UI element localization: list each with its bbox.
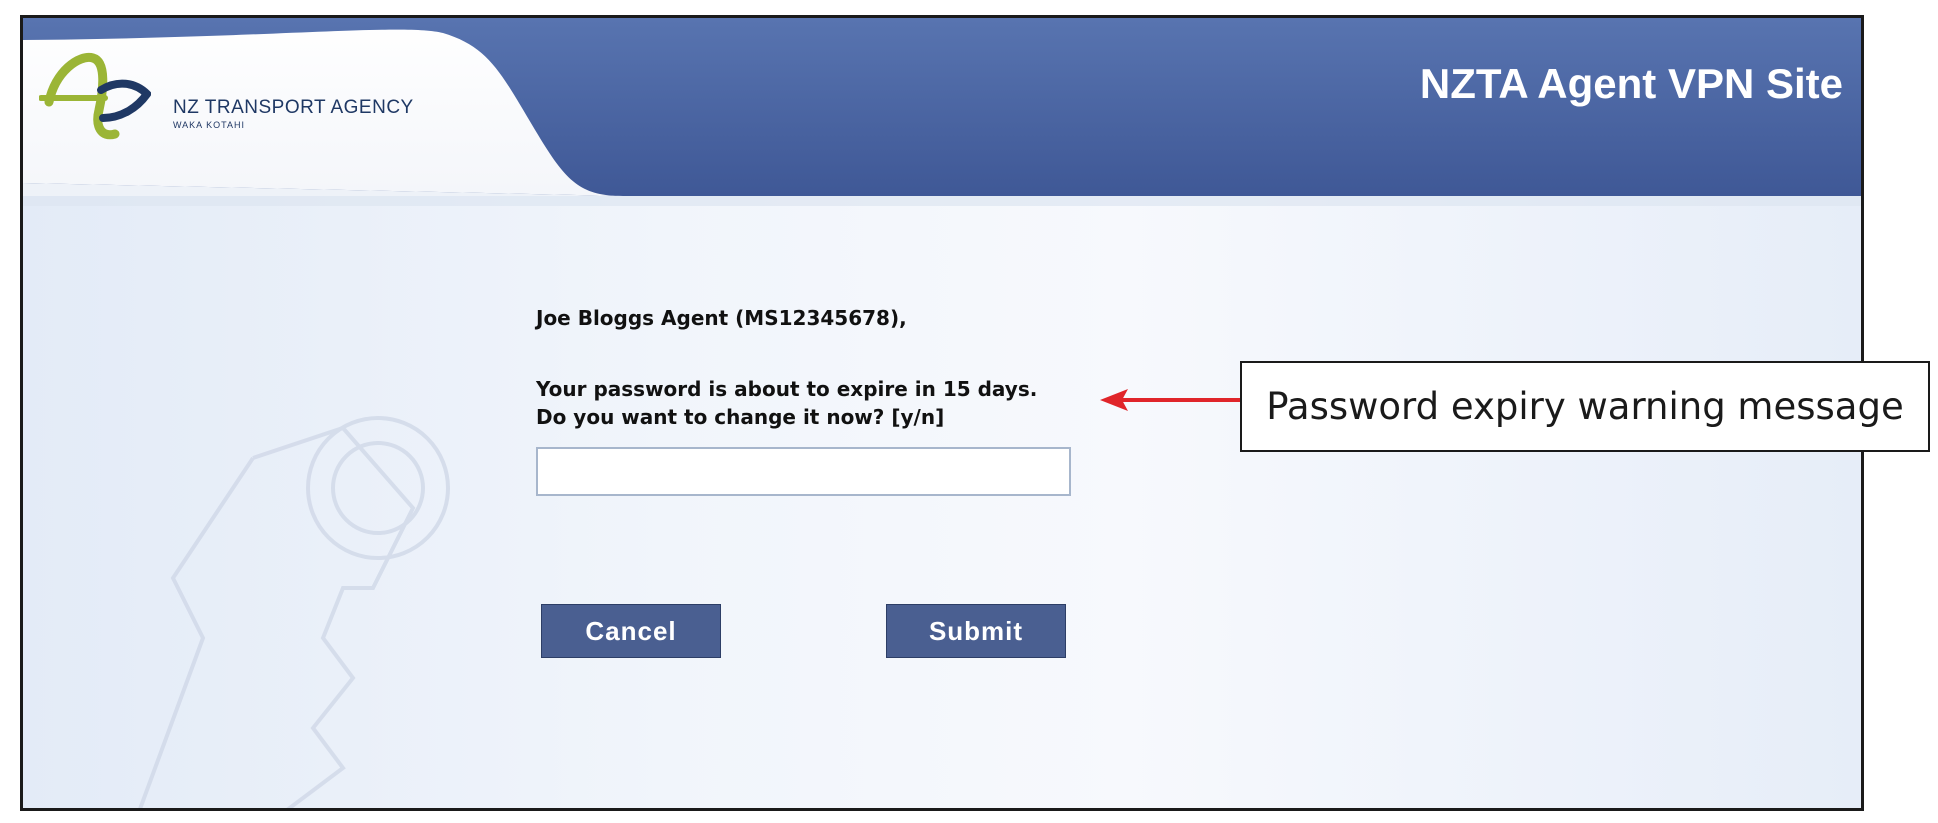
submit-button[interactable]: Submit [886,604,1066,658]
greeting-text: Joe Bloggs Agent (MS12345678), [536,306,907,330]
expiry-warning-line: Your password is about to expire in 15 d… [536,377,1038,401]
key-watermark-icon [138,416,450,808]
annotation-callout: Password expiry warning message [1240,361,1930,452]
cancel-button[interactable]: Cancel [541,604,721,658]
logo: NZ TRANSPORT AGENCY WAKA KOTAHI [39,52,479,142]
logo-title: NZ TRANSPORT AGENCY [173,97,414,118]
change-prompt-line: Do you want to change it now? [y/n] [536,405,945,429]
expiry-warning-message: Your password is about to expire in 15 d… [536,375,1037,431]
logo-subtitle: WAKA KOTAHI [173,120,246,130]
answer-input[interactable] [536,447,1071,496]
callout-arrow-icon [1100,389,1243,411]
site-title: NZTA Agent VPN Site [1419,60,1843,107]
nzta-logo-icon [39,52,151,140]
